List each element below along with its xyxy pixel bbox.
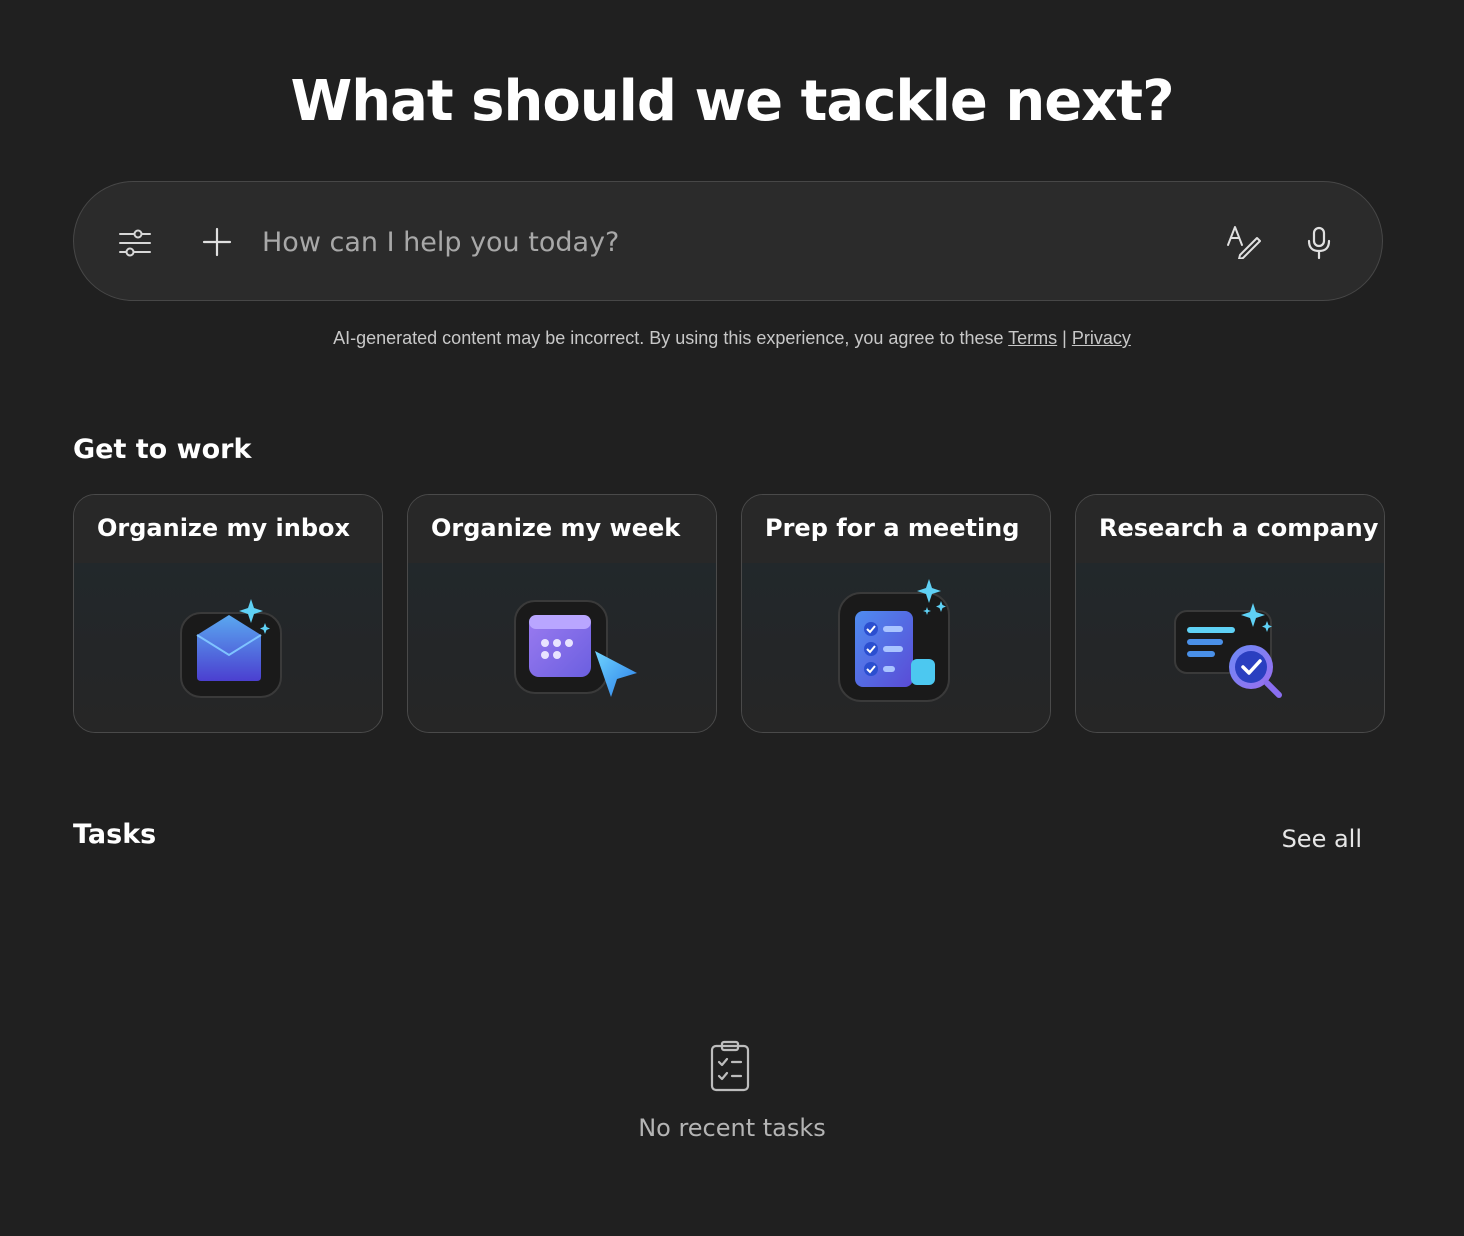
card-label: Prep for a meeting bbox=[765, 514, 1020, 542]
get-to-work-heading: Get to work bbox=[73, 434, 252, 465]
mail-icon bbox=[180, 599, 282, 698]
card-organize-week[interactable]: Organize my week bbox=[407, 494, 717, 733]
plus-icon[interactable] bbox=[202, 227, 232, 257]
card-label: Organize my week bbox=[431, 514, 681, 542]
card-organize-inbox[interactable]: Organize my inbox bbox=[73, 494, 383, 733]
sliders-icon[interactable] bbox=[118, 228, 152, 258]
empty-state-text: No recent tasks bbox=[638, 1114, 826, 1142]
prompt-bar[interactable] bbox=[73, 181, 1383, 301]
card-label: Research a company bbox=[1099, 514, 1379, 542]
page-title: What should we tackle next? bbox=[290, 69, 1174, 134]
text-pen-icon[interactable] bbox=[1226, 225, 1262, 259]
microphone-icon[interactable] bbox=[1306, 226, 1332, 260]
prompt-input[interactable] bbox=[262, 220, 1162, 264]
document-search-icon bbox=[1174, 603, 1282, 698]
clipboard-check-icon bbox=[710, 1040, 750, 1092]
privacy-link[interactable]: Privacy bbox=[1072, 328, 1131, 348]
disclaimer-text: AI-generated content may be incorrect. B… bbox=[333, 328, 1009, 348]
copilot-home: What should we tackle next? How can I he… bbox=[0, 0, 1464, 1236]
checklist-icon bbox=[838, 579, 950, 702]
disclaimer: AI-generated content may be incorrect. B… bbox=[0, 328, 1464, 349]
tasks-heading: Tasks bbox=[73, 819, 157, 850]
card-prep-meeting[interactable]: Prep for a meeting bbox=[741, 494, 1051, 733]
terms-link[interactable]: Terms bbox=[1008, 328, 1057, 348]
see-all-button[interactable]: See all bbox=[1270, 820, 1380, 858]
calendar-cursor-icon bbox=[514, 600, 637, 697]
card-label: Organize my inbox bbox=[97, 514, 350, 542]
card-research-company[interactable]: Research a company bbox=[1075, 494, 1385, 733]
disclaimer-separator: | bbox=[1057, 328, 1072, 348]
